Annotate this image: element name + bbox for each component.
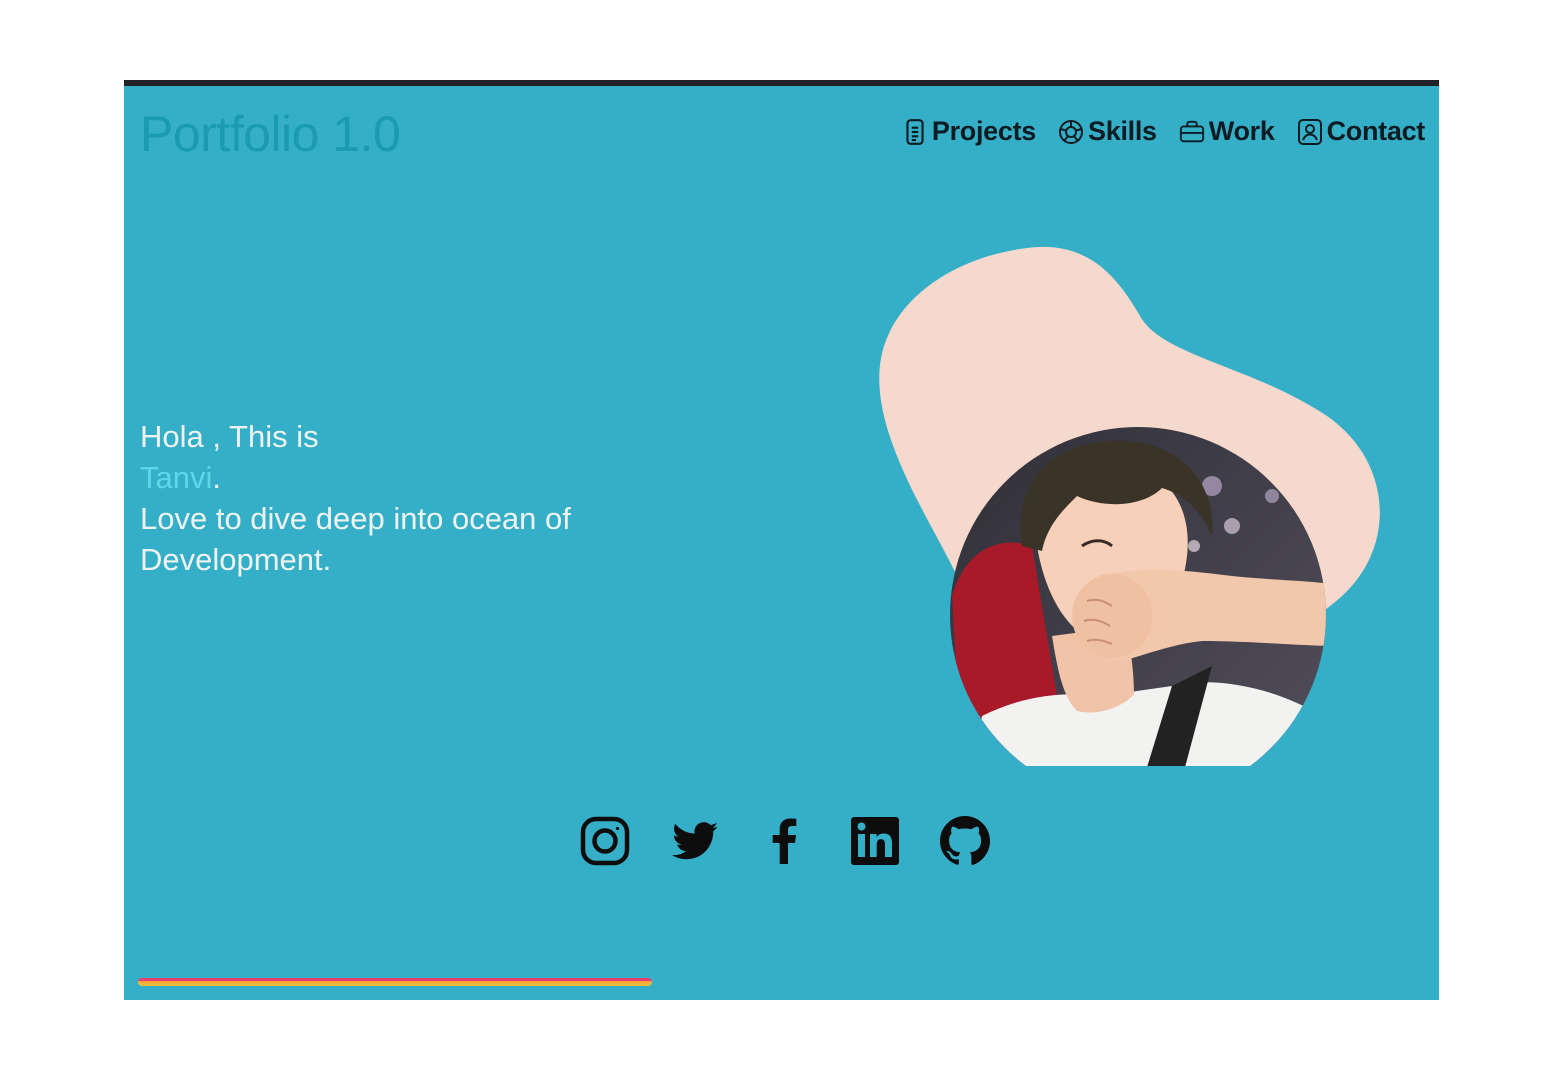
name-line: Tanvi.: [140, 457, 700, 498]
avatar-illustration: [879, 246, 1380, 803]
instagram-icon: [578, 814, 632, 868]
nav-contact[interactable]: Contact: [1297, 116, 1425, 147]
name-suffix: .: [212, 460, 221, 495]
twitter-icon: [668, 814, 722, 868]
linkedin-icon: [848, 814, 902, 868]
main-nav: Projects Skills Work Contact: [902, 116, 1425, 147]
nav-skills[interactable]: Skills: [1058, 116, 1157, 147]
facebook-link[interactable]: [758, 814, 812, 868]
greeting-text: Hola , This is: [140, 419, 319, 454]
nav-work[interactable]: Work: [1179, 116, 1275, 147]
contact-card-icon: [1297, 118, 1323, 146]
nav-work-label: Work: [1208, 116, 1275, 146]
social-links: [578, 814, 992, 868]
facebook-icon: [758, 814, 812, 868]
tagline-line-2: Development.: [140, 542, 332, 577]
brand-title[interactable]: Portfolio 1.0: [140, 104, 401, 164]
twitter-link[interactable]: [668, 814, 722, 868]
hero-intro: Hola , This is Tanvi. Love to dive deep …: [140, 416, 700, 580]
nav-projects-label: Projects: [931, 116, 1037, 146]
scroll-progress-bar: [138, 978, 652, 986]
badge-icon: [1058, 118, 1084, 146]
briefcase-icon: [1179, 118, 1205, 146]
github-link[interactable]: [938, 814, 992, 868]
tagline-line-1: Love to dive deep into ocean of: [140, 501, 571, 536]
github-icon: [938, 814, 992, 868]
nav-contact-label: Contact: [1326, 116, 1426, 146]
nav-skills-label: Skills: [1088, 116, 1157, 146]
nav-projects[interactable]: Projects: [902, 116, 1036, 147]
instagram-link[interactable]: [578, 814, 632, 868]
portfolio-page: Portfolio 1.0 Projects Skills Work Conta…: [124, 80, 1439, 1000]
hero-illustration: [872, 246, 1392, 803]
hero-name: Tanvi: [140, 460, 213, 495]
linkedin-link[interactable]: [848, 814, 902, 868]
document-icon: [902, 118, 928, 146]
